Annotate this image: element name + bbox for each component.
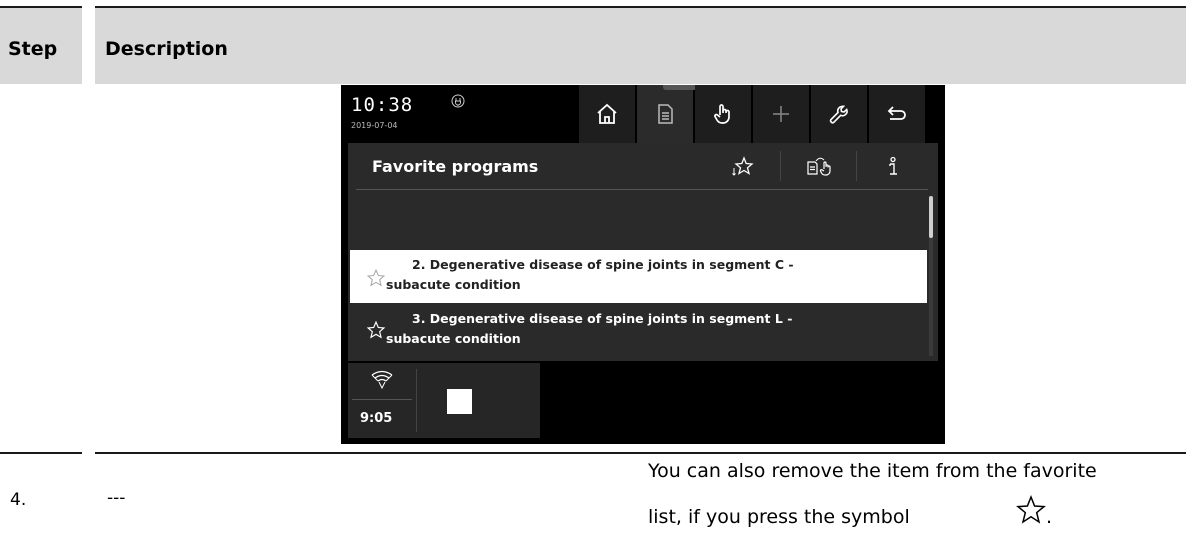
star-outline-icon <box>1016 495 1046 524</box>
list-item-title: 2. Degenerative disease of spine joints … <box>412 257 794 272</box>
favorite-toggle-button[interactable] <box>718 149 768 185</box>
step-number: 4. <box>10 490 27 510</box>
home-icon <box>597 103 617 124</box>
header-step-label: Step <box>8 38 58 60</box>
wrench-icon <box>829 105 848 124</box>
list-item-subtitle: subacute condition <box>386 331 521 346</box>
scrollbar-thumb[interactable] <box>929 196 933 238</box>
panel-divider <box>856 151 857 181</box>
step-note-period: . <box>1046 506 1053 528</box>
hand-icon <box>714 104 730 124</box>
panel-title: Favorite programs <box>372 157 539 176</box>
step-note-line2: list, if you press the symbol <box>648 506 910 528</box>
star-outline-icon[interactable] <box>366 268 386 288</box>
add-button[interactable] <box>753 85 809 143</box>
row-rule <box>95 452 1186 454</box>
therapy-separator <box>352 399 412 400</box>
info-button[interactable] <box>868 149 918 185</box>
star-sort-icon <box>732 156 754 176</box>
back-icon <box>887 106 906 120</box>
header-description-label: Description <box>105 38 228 60</box>
list-item-title: 3. Degenerative disease of spine joints … <box>412 311 793 326</box>
list-item-subtitle: subacute condition <box>386 277 521 292</box>
program-manual-button[interactable] <box>796 149 846 185</box>
stop-icon <box>447 389 472 414</box>
document-icon <box>658 104 673 124</box>
star-outline-icon[interactable] <box>366 320 386 340</box>
list-item[interactable]: 2. Degenerative disease of spine joints … <box>350 250 927 303</box>
remaining-time: 9:05 <box>360 411 393 426</box>
therapy-divider <box>416 369 417 432</box>
home-button[interactable] <box>579 85 635 143</box>
panel-divider <box>780 151 781 181</box>
step-note-line1: You can also remove the item from the fa… <box>648 460 1097 482</box>
back-button[interactable] <box>869 85 925 143</box>
panel-separator <box>356 189 928 190</box>
stop-button[interactable] <box>432 374 486 428</box>
table-header-description: Description <box>95 6 1186 84</box>
step-action: --- <box>107 488 126 508</box>
clock: 10:38 <box>351 94 414 116</box>
device-screen: 10:38 2019-07-04 Favorite programs 2. De… <box>341 85 945 444</box>
plus-icon <box>773 106 789 122</box>
therapy-timer: 9:05 <box>348 363 416 438</box>
therapy-status-bar: 9:05 <box>348 363 540 438</box>
power-plug-icon <box>451 94 465 108</box>
programs-button[interactable] <box>637 85 693 143</box>
manual-button[interactable] <box>695 85 751 143</box>
settings-button[interactable] <box>811 85 867 143</box>
date: 2019-07-04 <box>351 121 398 130</box>
row-rule <box>0 452 82 454</box>
list-item[interactable]: 3. Degenerative disease of spine joints … <box>350 304 927 357</box>
table-header-step: Step <box>0 6 82 84</box>
info-icon <box>889 156 897 175</box>
document-hand-icon <box>807 157 831 176</box>
applicator-icon <box>371 370 393 390</box>
